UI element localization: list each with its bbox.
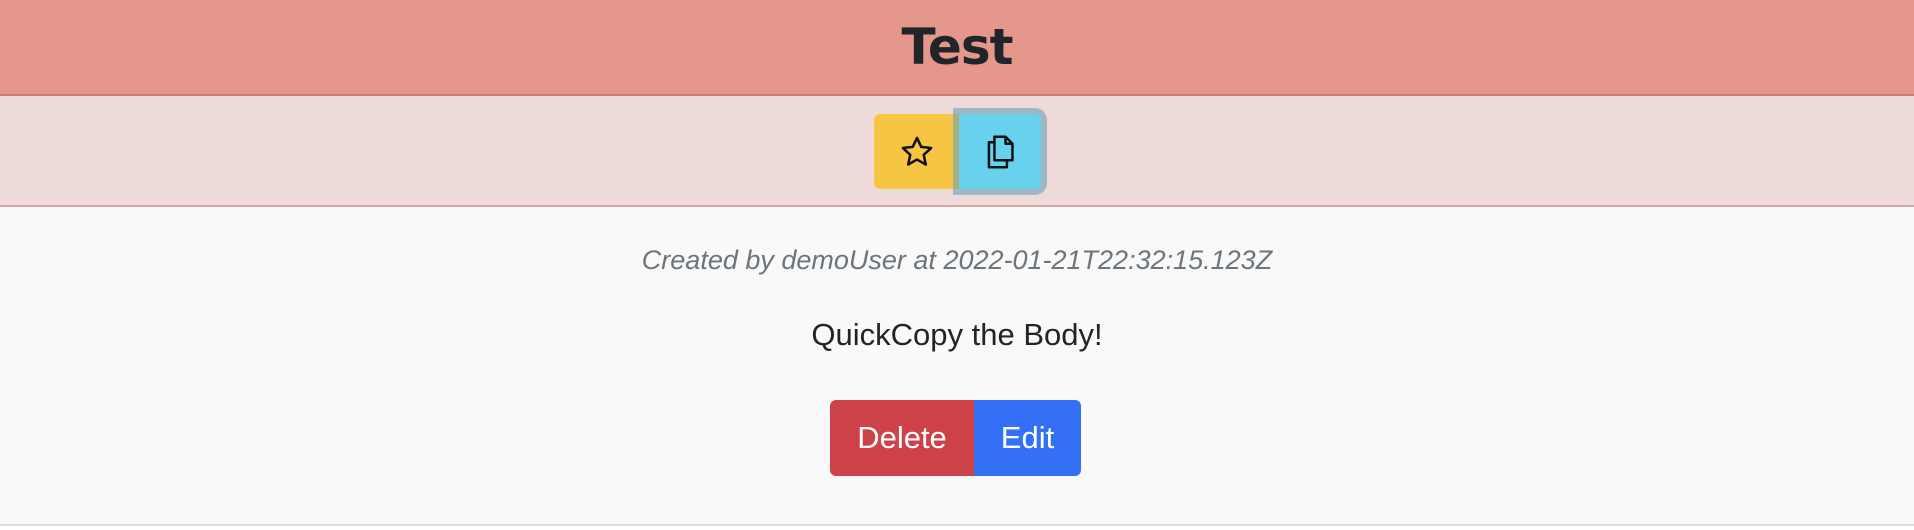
card-header: Test — [0, 0, 1914, 96]
favorite-button[interactable] — [874, 114, 959, 189]
copy-button[interactable] — [959, 114, 1041, 189]
copy-icon — [983, 134, 1017, 170]
body-text: QuickCopy the Body! — [811, 317, 1103, 352]
card-body: Created by demoUser at 2022-01-21T22:32:… — [0, 207, 1914, 526]
delete-button[interactable]: Delete — [830, 400, 974, 476]
edit-button[interactable]: Edit — [974, 400, 1081, 476]
post-card: Test Created by demoUser at 2022-01-21T2… — [0, 0, 1914, 526]
card-title: Test — [901, 18, 1013, 76]
created-meta: Created by demoUser at 2022-01-21T22:32:… — [641, 245, 1273, 275]
card-toolbar — [0, 96, 1914, 207]
toolbar-button-group — [874, 114, 1041, 189]
action-button-group: Delete Edit — [830, 400, 1081, 476]
star-icon — [899, 134, 935, 170]
